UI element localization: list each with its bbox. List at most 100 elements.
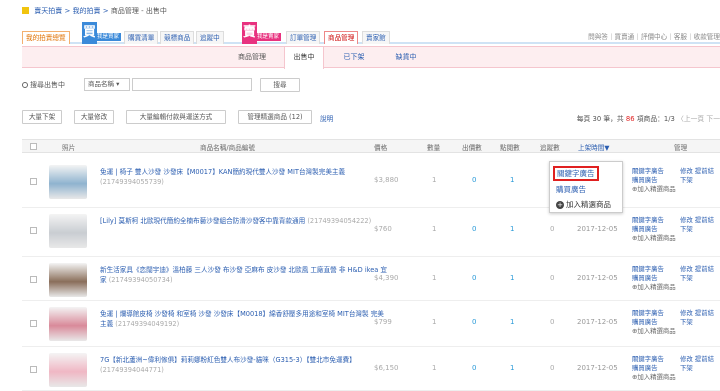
delist-link[interactable]: 下架 [680,176,693,184]
product-bids[interactable]: 0 [472,274,476,282]
product-thumbnail[interactable] [49,307,87,341]
edit-link[interactable]: 修改 [680,309,693,317]
sub-tabs: 商品管理 出售中 已下架 缺貨中 [22,46,720,69]
bulk-payment-shipping-button[interactable]: 大量編輯付款與運送方式 [126,110,226,124]
prev-page-link[interactable]: 〈上一頁 [677,115,704,123]
breadcrumb-auction[interactable]: 我的拍賣 [73,7,101,15]
breadcrumb: 賣天拍賣 > 我的拍賣 > 商品管理 - 出售中 [22,6,167,16]
relist-link[interactable]: 提前結 [695,265,714,273]
product-title-text[interactable]: 7G【新北蘆洲~偉利傢俱】莉莉娜粉紅色雙人布沙發-貓咪（G315-3）【雙北市免… [100,356,356,364]
keyword-ad-link[interactable]: 關鍵字廣告 [632,355,676,364]
delist-link[interactable]: 下架 [680,318,693,326]
product-title[interactable]: [Lily] 莫斯柯 北歐現代簡約全楠布藝沙發組合防滑沙發客中靠背款通用 (21… [100,216,390,226]
product-title-text[interactable]: [Lily] 莫斯柯 北歐現代簡約全楠布藝沙發組合防滑沙發客中靠背款通用 [100,217,305,225]
search-input[interactable] [132,78,252,91]
relist-link[interactable]: 提前結 [695,309,714,317]
add-featured-link[interactable]: ⊕加入精選商品 [632,185,676,194]
add-featured-label: 加入精選商品 [637,327,676,335]
product-title[interactable]: 免運 | 椅子 雙人沙發 沙發床【M0017】KAN簡約現代雙人沙發 MIT台灣… [100,167,390,187]
product-title[interactable]: 7G【新北蘆洲~偉利傢俱】莉莉娜粉紅色雙人布沙發-貓咪（G315-3）【雙北市免… [100,355,390,375]
delist-link[interactable]: 下架 [680,364,693,372]
product-bids[interactable]: 0 [472,364,476,372]
relist-link[interactable]: 提前結 [695,167,714,175]
product-bids[interactable]: 0 [472,318,476,326]
help-link[interactable]: 說明 [320,113,333,123]
top-links[interactable]: 問與答｜買賣通｜評價中心｜客服｜收款管理 [588,31,720,41]
product-thumbnail[interactable] [49,263,87,297]
buy-ad-link[interactable]: 購買廣告 [632,318,676,327]
row-checkbox[interactable] [30,178,37,185]
tab-seller-store[interactable]: 賣家館 [362,31,390,44]
keyword-ad-link[interactable]: 關鍵字廣告 [632,309,676,318]
tab-purchase-list[interactable]: 購買清單 [124,31,159,44]
product-thumbnail[interactable] [49,353,87,387]
next-page-link[interactable]: 下一 [706,115,720,123]
keyword-ad-link[interactable]: 關鍵字廣告 [632,167,676,176]
add-featured-link[interactable]: ⊕加入精選商品 [632,327,676,336]
add-featured-label: 加入精選商品 [637,185,676,193]
buy-ad-link[interactable]: 購買廣告 [632,225,676,234]
breadcrumb-sep: > [64,7,73,15]
col-listed-time[interactable]: 上架時間▼ [578,142,609,152]
tab-product-management[interactable]: 商品管理 [324,31,359,44]
subtab-product-management[interactable]: 商品管理 [227,47,277,68]
tab-overview[interactable]: 我的拍賣總覽 [22,31,70,44]
product-qty: 1 [432,318,437,326]
buy-ad-link[interactable]: 購買廣告 [632,274,676,283]
buyer-badge-label: 我是買家 [95,33,122,41]
row-checkbox[interactable] [30,320,37,327]
product-price: $6,150 [374,364,399,372]
product-follows: 0 [550,225,555,233]
popup-keyword-ad[interactable]: 關鍵字廣告 [553,166,599,181]
subtab-on-sale[interactable]: 出售中 [284,47,324,69]
delist-link[interactable]: 下架 [680,225,693,233]
tab-bidding[interactable]: 競標商品 [160,31,195,44]
product-title[interactable]: 新生活家具《恋闊宇迪》溫柏藤 三人沙發 布沙發 亞麻布 皮沙發 北歐風 工廠直營… [100,265,390,285]
relist-link[interactable]: 提前結 [695,216,714,224]
product-bids[interactable]: 0 [472,225,476,233]
manage-ad-links: 關鍵字廣告 購買廣告 ⊕加入精選商品 [632,216,676,243]
row-checkbox[interactable] [30,276,37,283]
product-listed-date: 2017-12-05 [577,318,618,326]
product-thumbnail[interactable] [49,165,87,199]
bulk-delist-button[interactable]: 大量下架 [22,110,62,124]
manage-featured-button[interactable]: 管理精選商品 (12) [238,110,312,124]
tab-orders[interactable]: 訂單管理 [286,31,321,44]
edit-link[interactable]: 修改 [680,265,693,273]
add-featured-link[interactable]: ⊕加入精選商品 [632,283,676,292]
relist-link[interactable]: 提前結 [695,355,714,363]
product-bids[interactable]: 0 [472,176,476,184]
subtab-delisted[interactable]: 已下架 [334,47,374,68]
select-all-checkbox[interactable] [30,143,37,150]
row-checkbox[interactable] [30,227,37,234]
product-qty: 1 [432,176,437,184]
bulk-edit-button[interactable]: 大量修改 [74,110,114,124]
tab-tracking[interactable]: 追蹤中 [196,31,224,44]
product-views: 1 [510,274,515,282]
buy-ad-link[interactable]: 購買廣告 [632,176,676,185]
delist-link[interactable]: 下架 [680,274,693,282]
add-featured-link[interactable]: ⊕加入精選商品 [632,234,676,243]
search-field-select[interactable]: 商品名稱 ▾ [84,78,130,91]
subtab-out-of-stock[interactable]: 缺貨中 [386,47,426,68]
product-title-text[interactable]: 免運 | 椅子 雙人沙發 沙發床【M0017】KAN簡約現代雙人沙發 MIT台灣… [100,168,345,176]
keyword-ad-link[interactable]: 關鍵字廣告 [632,216,676,225]
product-id: (21749394055739) [100,178,164,186]
product-title[interactable]: 免運 | 爛導館皮椅 沙發椅 和室椅 沙發 沙發床【M0018】綿香舒壓多用途和… [100,309,390,329]
edit-link[interactable]: 修改 [680,167,693,175]
popup-buy-ad[interactable]: 購買廣告 [556,184,586,195]
pager-prefix: 每頁 30 筆，共 [576,115,624,123]
table-header: 照片 商品名稱/商品編號 價格 數量 出價數 點閱數 追蹤數 上架時間▼ 管理 [22,139,720,153]
row-checkbox[interactable] [30,366,37,373]
product-thumbnail[interactable] [49,214,87,248]
product-price: $4,390 [374,274,399,282]
manage-ad-links: 關鍵字廣告 購買廣告 ⊕加入精選商品 [632,309,676,336]
search-button[interactable]: 搜尋 [260,78,300,92]
edit-link[interactable]: 修改 [680,355,693,363]
keyword-ad-link[interactable]: 關鍵字廣告 [632,265,676,274]
edit-link[interactable]: 修改 [680,216,693,224]
add-featured-link[interactable]: ⊕加入精選商品 [632,373,676,382]
popup-add-featured[interactable]: + 加入精選商品 [556,199,611,210]
breadcrumb-home[interactable]: 賣天拍賣 [34,7,62,15]
buy-ad-link[interactable]: 購買廣告 [632,364,676,373]
